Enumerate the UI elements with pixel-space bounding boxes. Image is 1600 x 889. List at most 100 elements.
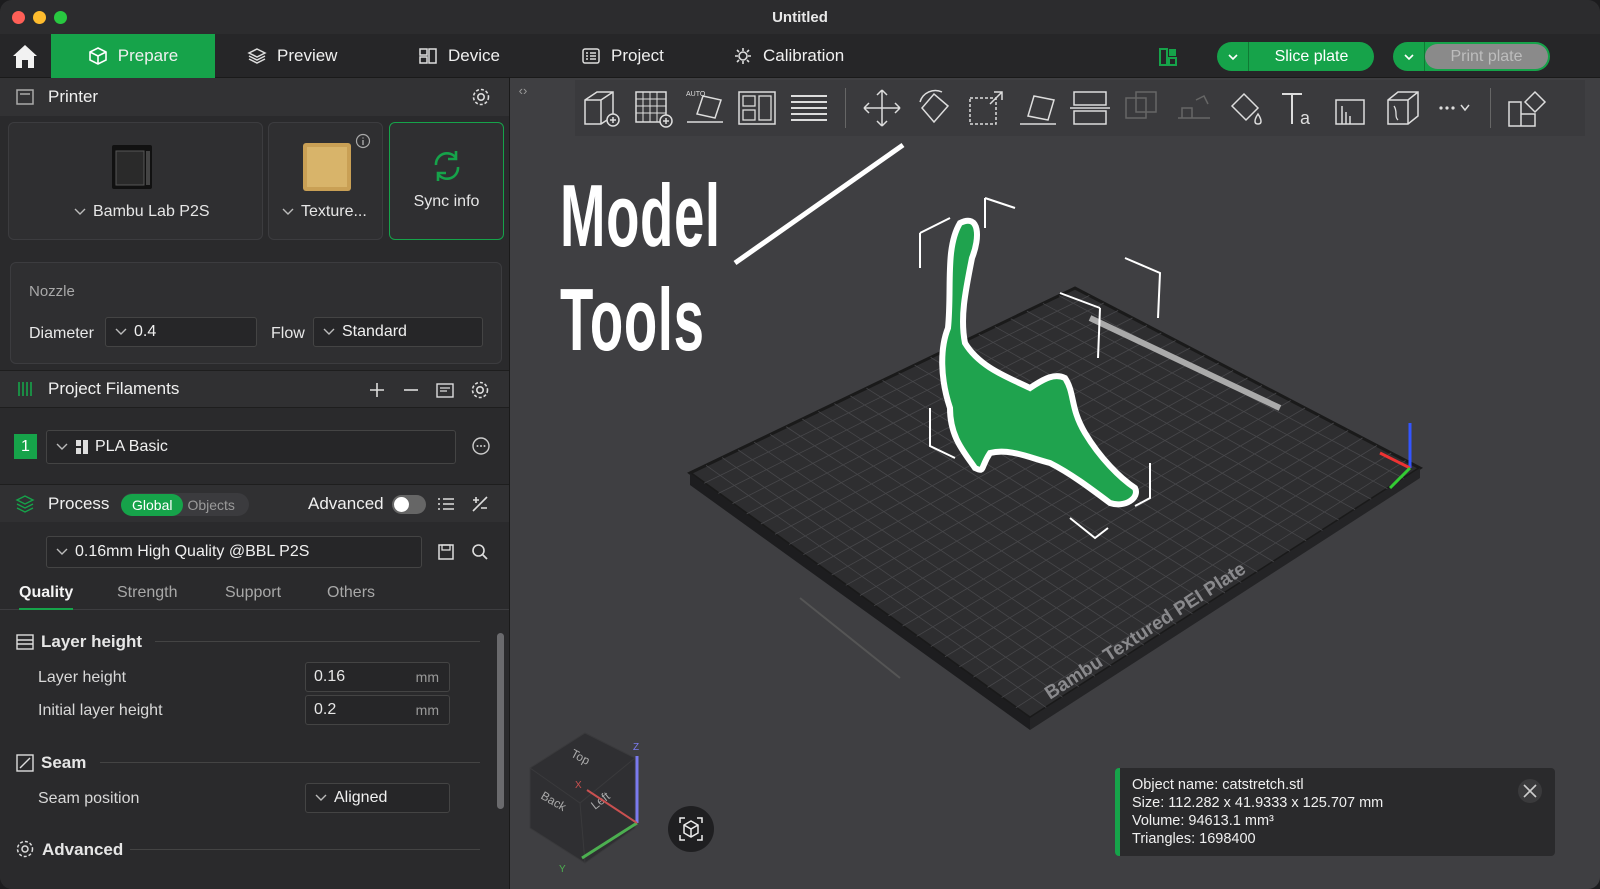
rotate-tool[interactable] <box>908 82 960 134</box>
cube-icon <box>88 47 107 65</box>
scale-tool[interactable] <box>960 82 1012 134</box>
list-icon[interactable] <box>435 493 457 515</box>
cut-tool[interactable] <box>1064 82 1116 134</box>
minimize-window-button[interactable] <box>33 11 46 24</box>
plate-type-card[interactable]: Texture... <box>268 122 383 240</box>
auto-orient-button[interactable]: AUTO <box>679 82 731 134</box>
tab-label: Device <box>448 46 500 65</box>
print-plate-label: Print plate <box>1425 44 1548 69</box>
seam-paint-tool[interactable] <box>1376 82 1428 134</box>
printer-model-card[interactable]: Bambu Lab P2S <box>8 122 263 240</box>
search-icon[interactable] <box>469 541 491 563</box>
process-mode-toggle[interactable]: Global Objects <box>121 493 249 516</box>
tab-label: Project <box>611 46 664 65</box>
remove-icon[interactable] <box>400 379 422 401</box>
navigation-cube[interactable]: Top Back Left Z Y X <box>525 728 655 873</box>
more-tools-button[interactable] <box>1428 82 1480 134</box>
advanced-toggle[interactable] <box>392 495 426 514</box>
gear-icon[interactable] <box>470 86 492 108</box>
mode-global[interactable]: Global <box>121 493 184 516</box>
layer-height-label: Layer height <box>38 669 127 686</box>
arrange-button[interactable] <box>731 82 783 134</box>
nozzle-card: Nozzle Diameter 0.4 Flow Standard <box>10 262 502 364</box>
color-paint-tool[interactable] <box>1220 82 1272 134</box>
tab-strength[interactable]: Strength <box>117 584 177 602</box>
flow-label: Flow <box>271 325 305 342</box>
slice-plate-button[interactable]: Slice plate <box>1217 42 1374 71</box>
object-size: Size: 112.282 x 41.9333 x 125.707 mm <box>1132 795 1384 811</box>
assembly-view-button[interactable] <box>1501 82 1553 134</box>
printer-section-header: Printer <box>0 78 509 116</box>
rotate-icon <box>919 89 950 124</box>
text-icon: a <box>1282 93 1311 128</box>
calibration-icon <box>735 48 751 64</box>
text-tool[interactable]: a <box>1272 82 1324 134</box>
print-dropdown[interactable] <box>1393 42 1425 71</box>
chevron-down-icon <box>1227 53 1238 60</box>
tab-quality[interactable]: Quality <box>19 584 74 610</box>
diameter-select[interactable]: 0.4 <box>105 317 257 347</box>
tab-preview[interactable]: Preview <box>247 34 337 78</box>
gear-icon[interactable] <box>469 379 491 401</box>
print-plate-button[interactable]: Print plate <box>1393 42 1550 71</box>
process-preset-select[interactable]: 0.16mm High Quality @BBL P2S <box>46 536 422 568</box>
initial-layer-height-unit: mm <box>415 702 439 718</box>
object-info-panel: Object name: catstretch.stl Size: 112.28… <box>1115 768 1555 856</box>
tab-label: Prepare <box>117 46 179 65</box>
move-tool[interactable] <box>856 82 908 134</box>
more-options-icon[interactable] <box>470 435 492 457</box>
sidebar-scrollbar[interactable] <box>497 633 504 809</box>
layout-toggle-icon[interactable] <box>1158 47 1178 67</box>
initial-layer-height-input[interactable]: 0.2 mm <box>305 695 450 725</box>
info-icon[interactable] <box>355 133 371 149</box>
chevron-down-icon <box>282 208 294 215</box>
tab-calibration[interactable]: Calibration <box>733 34 844 78</box>
view-cube-icon <box>679 817 703 841</box>
chevron-down-icon <box>323 328 335 335</box>
3d-viewport[interactable]: ‹› Bambu Textured PEI Plate Model Tools … <box>510 78 1600 889</box>
flow-select[interactable]: Standard <box>313 317 483 347</box>
split-layers-button[interactable] <box>783 82 835 134</box>
add-object-button[interactable] <box>575 82 627 134</box>
axis-x-label: X <box>575 780 582 791</box>
tab-device[interactable]: Device <box>418 34 500 78</box>
seam-icon <box>16 754 34 772</box>
layer-height-group-title: Layer height <box>41 632 143 651</box>
nozzle-title: Nozzle <box>29 283 75 300</box>
filaments-section-title: Project Filaments <box>48 379 180 398</box>
more-icon <box>1439 104 1470 112</box>
tab-prepare[interactable]: Prepare <box>51 34 215 78</box>
tab-project[interactable]: Project <box>581 34 664 78</box>
save-icon[interactable] <box>435 541 457 563</box>
add-plate-button[interactable] <box>627 82 679 134</box>
add-icon[interactable] <box>366 379 388 401</box>
printer-section-title: Printer <box>48 87 99 106</box>
compare-icon[interactable] <box>469 493 491 515</box>
sync-info-button[interactable]: Sync info <box>389 122 504 240</box>
zoom-window-button[interactable] <box>54 11 67 24</box>
filaments-section-header: Project Filaments <box>0 370 509 408</box>
chevron-down-icon <box>1403 53 1414 60</box>
app-window: Untitled Prepare Preview Device Project … <box>0 0 1600 889</box>
seam-position-value: Aligned <box>334 789 388 806</box>
top-navigation: Prepare Preview Device Project Calibrati… <box>0 34 1600 78</box>
seam-position-select[interactable]: Aligned <box>305 783 450 813</box>
reset-view-button[interactable] <box>668 806 714 852</box>
support-paint-tool[interactable] <box>1168 82 1220 134</box>
flow-value: Standard <box>342 323 407 340</box>
tab-others[interactable]: Others <box>327 584 375 602</box>
layer-height-icon <box>16 634 34 650</box>
filament-select[interactable]: PLA Basic <box>46 430 456 464</box>
close-icon[interactable] <box>1517 778 1543 804</box>
lay-on-face-tool[interactable] <box>1012 82 1064 134</box>
variable-height-tool[interactable] <box>1324 82 1376 134</box>
filament-sync-icon[interactable] <box>434 379 456 401</box>
home-icon[interactable] <box>10 42 40 70</box>
close-window-button[interactable] <box>12 11 25 24</box>
tab-support[interactable]: Support <box>225 584 281 602</box>
layer-height-input[interactable]: 0.16 mm <box>305 662 450 692</box>
boolean-tool[interactable] <box>1116 82 1168 134</box>
filament-row[interactable]: 1 PLA Basic <box>0 428 509 468</box>
slice-dropdown[interactable] <box>1217 42 1249 71</box>
mode-objects[interactable]: Objects <box>183 497 234 513</box>
